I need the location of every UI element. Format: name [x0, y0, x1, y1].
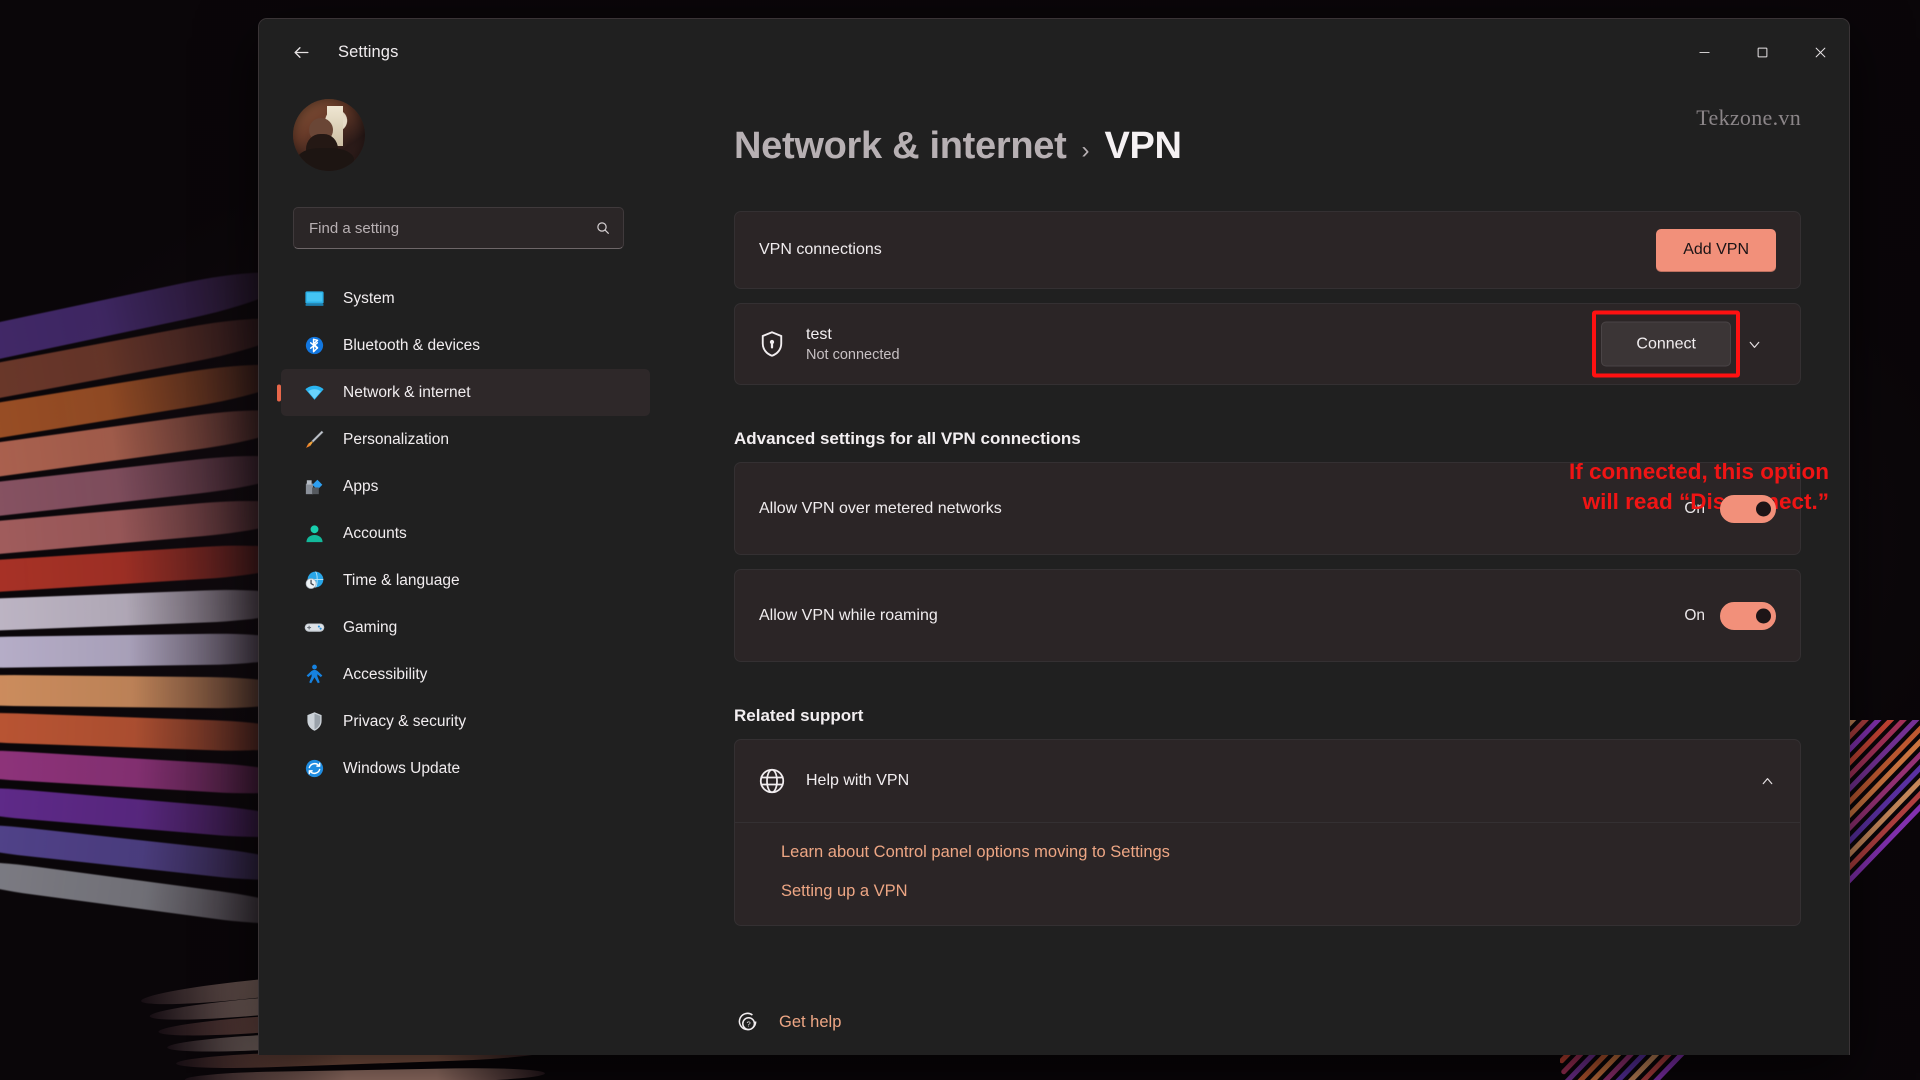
advanced-settings-heading: Advanced settings for all VPN connection… [734, 429, 1801, 449]
search-input[interactable] [293, 207, 624, 249]
toggle-row[interactable]: Allow VPN while roaming On [734, 569, 1801, 662]
support-link[interactable]: Learn about Control panel options moving… [781, 843, 1776, 862]
apps-icon [303, 475, 326, 498]
sidebar-item-label: Privacy & security [343, 713, 466, 731]
sidebar-item-network-internet[interactable]: Network & internet [281, 369, 650, 416]
search-wrapper [293, 207, 624, 249]
gamepad-icon [303, 616, 326, 639]
minimize-icon[interactable] [1675, 19, 1733, 85]
get-help-label: Get help [779, 1013, 841, 1032]
window-controls [1675, 19, 1849, 85]
sidebar-item-privacy-security[interactable]: Privacy & security [281, 698, 650, 745]
person-icon [303, 522, 326, 545]
vpn-connections-card: VPN connections Add VPN [734, 211, 1801, 289]
vpn-entry-name: test [806, 326, 900, 344]
svg-text:?: ? [747, 1020, 751, 1029]
support-link[interactable]: Setting up a VPN [781, 882, 1776, 901]
sidebar-item-label: Accessibility [343, 666, 427, 684]
window-title: Settings [338, 43, 398, 62]
connect-button-highlight: Connect [1592, 311, 1740, 378]
avatar-row [259, 85, 662, 171]
sidebar-item-system[interactable]: System [281, 275, 650, 322]
help-with-vpn-row[interactable]: Help with VPN [734, 739, 1801, 822]
help-globe-icon [757, 766, 787, 796]
breadcrumb-separator-icon: › [1081, 137, 1089, 165]
sidebar-item-bluetooth-devices[interactable]: Bluetooth & devices [281, 322, 650, 369]
page-title: VPN [1104, 125, 1181, 168]
vpn-connections-label: VPN connections [759, 241, 882, 259]
vpn-shield-icon [757, 329, 787, 359]
avatar[interactable] [293, 99, 365, 171]
sidebar-item-personalization[interactable]: Personalization [281, 416, 650, 463]
related-support-links: Learn about Control panel options moving… [734, 822, 1801, 926]
paintbrush-icon [303, 428, 326, 451]
sidebar-item-apps[interactable]: Apps [281, 463, 650, 510]
toggle-switch[interactable] [1720, 602, 1776, 630]
sidebar-item-label: Time & language [343, 572, 460, 590]
title-bar: Settings Tekzone.vn [259, 19, 1849, 85]
sidebar-item-label: Accounts [343, 525, 407, 543]
sidebar-item-label: Apps [343, 478, 378, 496]
chevron-up-icon[interactable] [1759, 773, 1776, 790]
get-help-icon: ? [734, 1009, 760, 1035]
vpn-entry-card[interactable]: test Not connected Connect [734, 303, 1801, 385]
sidebar-nav: System Bluetooth & devices Network & inter… [259, 275, 662, 792]
connect-button[interactable]: Connect [1601, 322, 1731, 367]
clock-globe-icon [303, 569, 326, 592]
maximize-icon[interactable] [1733, 19, 1791, 85]
vpn-entry-status: Not connected [806, 347, 900, 363]
sidebar-item-gaming[interactable]: Gaming [281, 604, 650, 651]
main-content: Network & internet › VPN VPN connections… [662, 85, 1849, 1055]
related-support-heading: Related support [734, 706, 1801, 726]
sidebar-item-label: Network & internet [343, 384, 471, 402]
breadcrumb: Network & internet › VPN [662, 125, 1801, 168]
close-icon[interactable] [1791, 19, 1849, 85]
wifi-icon [303, 381, 326, 404]
sidebar-item-time-language[interactable]: Time & language [281, 557, 650, 604]
monitor-icon [303, 287, 326, 310]
toggle-label: Allow VPN while roaming [759, 607, 938, 625]
sidebar-item-label: Windows Update [343, 760, 460, 778]
sidebar-item-label: Gaming [343, 619, 397, 637]
toggle-switch[interactable] [1720, 495, 1776, 523]
sidebar-item-accessibility[interactable]: Accessibility [281, 651, 650, 698]
accessibility-icon [303, 663, 326, 686]
shield-icon [303, 710, 326, 733]
update-icon [303, 757, 326, 780]
toggle-state-label: On [1684, 607, 1705, 625]
breadcrumb-parent[interactable]: Network & internet [734, 125, 1066, 168]
sidebar-item-label: System [343, 290, 395, 308]
back-arrow-icon[interactable] [281, 34, 321, 70]
help-with-vpn-label: Help with VPN [806, 772, 909, 790]
annotation-line-2: will read “Disconnect.” [1583, 489, 1829, 514]
settings-window: Settings Tekzone.vn [258, 18, 1850, 1055]
sidebar-item-windows-update[interactable]: Windows Update [281, 745, 650, 792]
toggle-label: Allow VPN over metered networks [759, 500, 1002, 518]
annotation-line-1: If connected, this option [1569, 459, 1829, 484]
sidebar-item-label: Bluetooth & devices [343, 337, 480, 355]
get-help-bar[interactable]: ? Get help [662, 989, 1849, 1055]
add-vpn-button[interactable]: Add VPN [1656, 229, 1776, 272]
sidebar: System Bluetooth & devices Network & inter… [259, 85, 662, 1055]
sidebar-item-label: Personalization [343, 431, 449, 449]
sidebar-item-accounts[interactable]: Accounts [281, 510, 650, 557]
bluetooth-icon [303, 334, 326, 357]
